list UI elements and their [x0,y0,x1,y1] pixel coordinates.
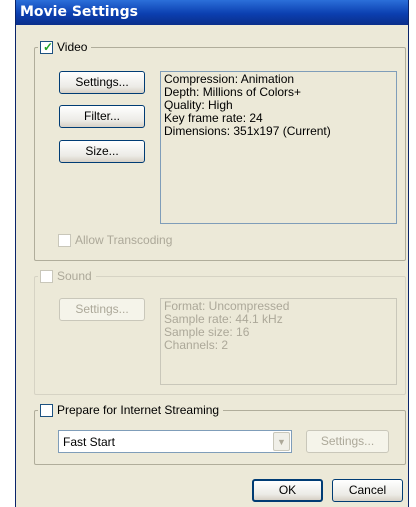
video-filter-button[interactable]: Filter... [59,105,145,128]
ok-button[interactable]: OK [252,479,323,502]
chevron-down-icon[interactable]: ▼ [273,432,290,451]
cancel-button[interactable]: Cancel [332,479,403,502]
sound-info-panel: Format: Uncompressed Sample rate: 44.1 k… [160,298,397,385]
streaming-mode-select[interactable]: Fast Start ▼ [58,430,292,453]
allow-transcoding-row: Allow Transcoding [58,233,172,247]
streaming-settings-button[interactable]: Settings... [306,430,389,453]
video-label: Video [57,40,88,54]
sound-group-legend: Sound [38,268,96,284]
video-checkbox[interactable]: ✓ [40,39,54,54]
video-info-panel: Compression: Animation Depth: Millions o… [160,71,397,224]
checkmark-icon: ✓ [43,39,54,54]
allow-transcoding-label: Allow Transcoding [75,233,173,247]
movie-settings-dialog: Movie Settings ✓ Video Settings... Filte… [15,0,409,507]
sound-settings-button[interactable]: Settings... [59,298,145,321]
sound-label: Sound [57,269,92,283]
streaming-mode-value: Fast Start [63,435,116,449]
video-info-dimensions: Dimensions: 351x197 (Current) [164,124,331,138]
streaming-label: Prepare for Internet Streaming [57,403,220,417]
video-settings-button[interactable]: Settings... [59,71,145,94]
video-group-legend: ✓ Video [38,39,92,55]
video-size-button[interactable]: Size... [59,140,145,163]
dialog-title: Movie Settings [16,0,408,25]
sound-info-channels: Channels: 2 [164,338,229,352]
allow-transcoding-checkbox[interactable] [58,233,71,247]
sound-checkbox[interactable] [40,269,53,283]
streaming-group-legend: Prepare for Internet Streaming [38,402,224,418]
streaming-checkbox[interactable] [40,403,53,417]
